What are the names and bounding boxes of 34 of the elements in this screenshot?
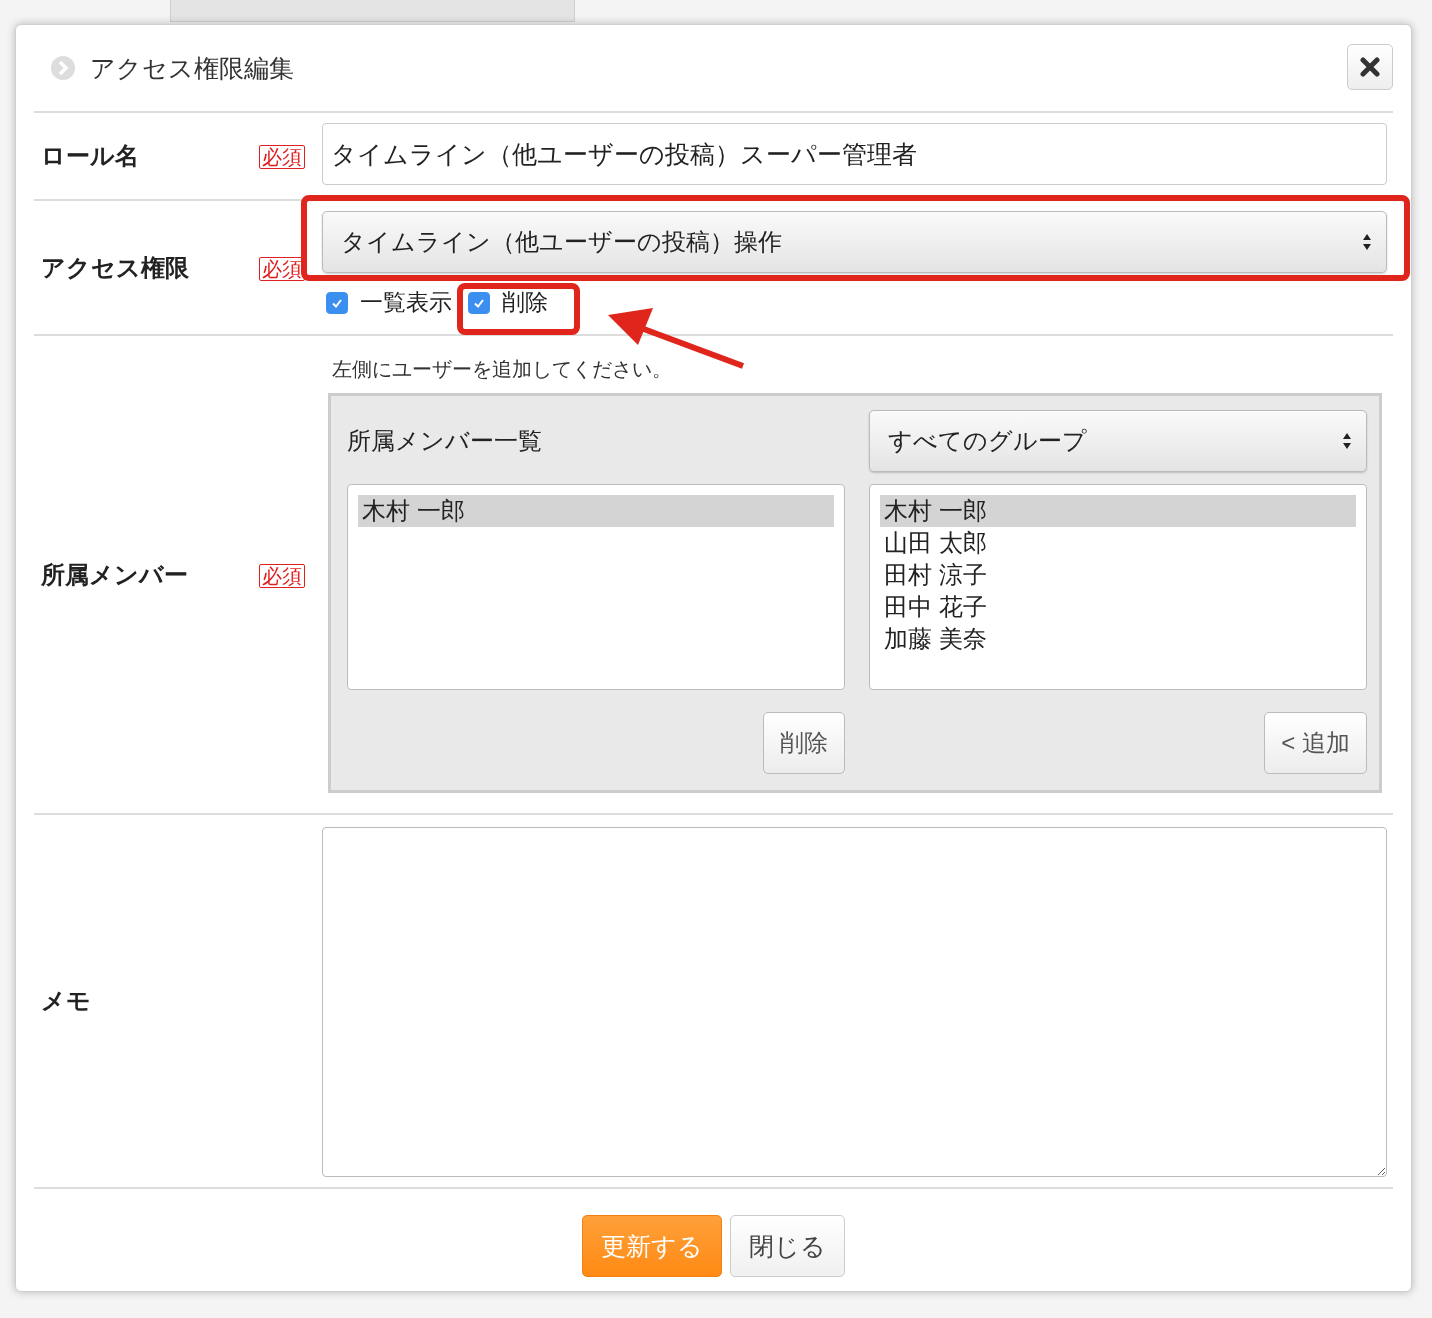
field-label: ロール名 <box>41 141 140 171</box>
add-button[interactable]: < 追加 <box>1264 712 1367 774</box>
group-select[interactable]: すべてのグループ <box>869 410 1367 472</box>
access-select[interactable]: タイムライン（他ユーザーの投稿）操作 <box>322 211 1387 273</box>
checkbox[interactable] <box>326 291 348 314</box>
checkbox-label[interactable]: 一覧表示 <box>360 287 452 318</box>
field-label: アクセス権限 <box>41 252 190 283</box>
memo-field[interactable] <box>322 827 1387 1177</box>
checkbox[interactable] <box>468 291 490 314</box>
close-icon <box>1360 57 1380 77</box>
checkbox-label[interactable]: 削除 <box>502 287 548 318</box>
field-label: 所属メンバー <box>41 559 189 590</box>
required-badge: 必須 <box>259 145 305 169</box>
close-dialog-button[interactable]: 閉じる <box>730 1215 845 1277</box>
select-arrows-icon <box>1362 233 1372 251</box>
member-list[interactable]: 木村 一郎 <box>347 484 845 690</box>
member-option[interactable]: 木村 一郎 <box>880 495 1356 527</box>
member-option[interactable]: 木村 一郎 <box>358 495 834 527</box>
dialog-title: アクセス権限編集 <box>90 52 294 84</box>
member-option[interactable]: 山田 太郎 <box>880 527 1356 559</box>
required-badge: 必須 <box>259 563 305 588</box>
member-option[interactable]: 田村 涼子 <box>880 559 1356 591</box>
list-title: 所属メンバー一覧 <box>347 426 543 456</box>
hint-text: 左側にユーザーを追加してください。 <box>332 357 672 382</box>
member-option[interactable]: 田中 花子 <box>880 591 1356 623</box>
role-name-field[interactable]: タイムライン（他ユーザーの投稿）スーパー管理者 <box>322 123 1387 185</box>
member-option[interactable]: 加藤 美奈 <box>880 623 1356 655</box>
required-badge: 必須 <box>259 256 305 281</box>
chevron-circle-icon <box>50 55 76 81</box>
close-button[interactable] <box>1347 44 1393 90</box>
remove-button[interactable]: 削除 <box>763 712 845 774</box>
candidate-list[interactable]: 木村 一郎 山田 太郎 田村 涼子 田中 花子 加藤 美奈 <box>869 484 1367 690</box>
select-arrows-icon <box>1342 432 1352 450</box>
field-label: メモ <box>41 986 92 1016</box>
